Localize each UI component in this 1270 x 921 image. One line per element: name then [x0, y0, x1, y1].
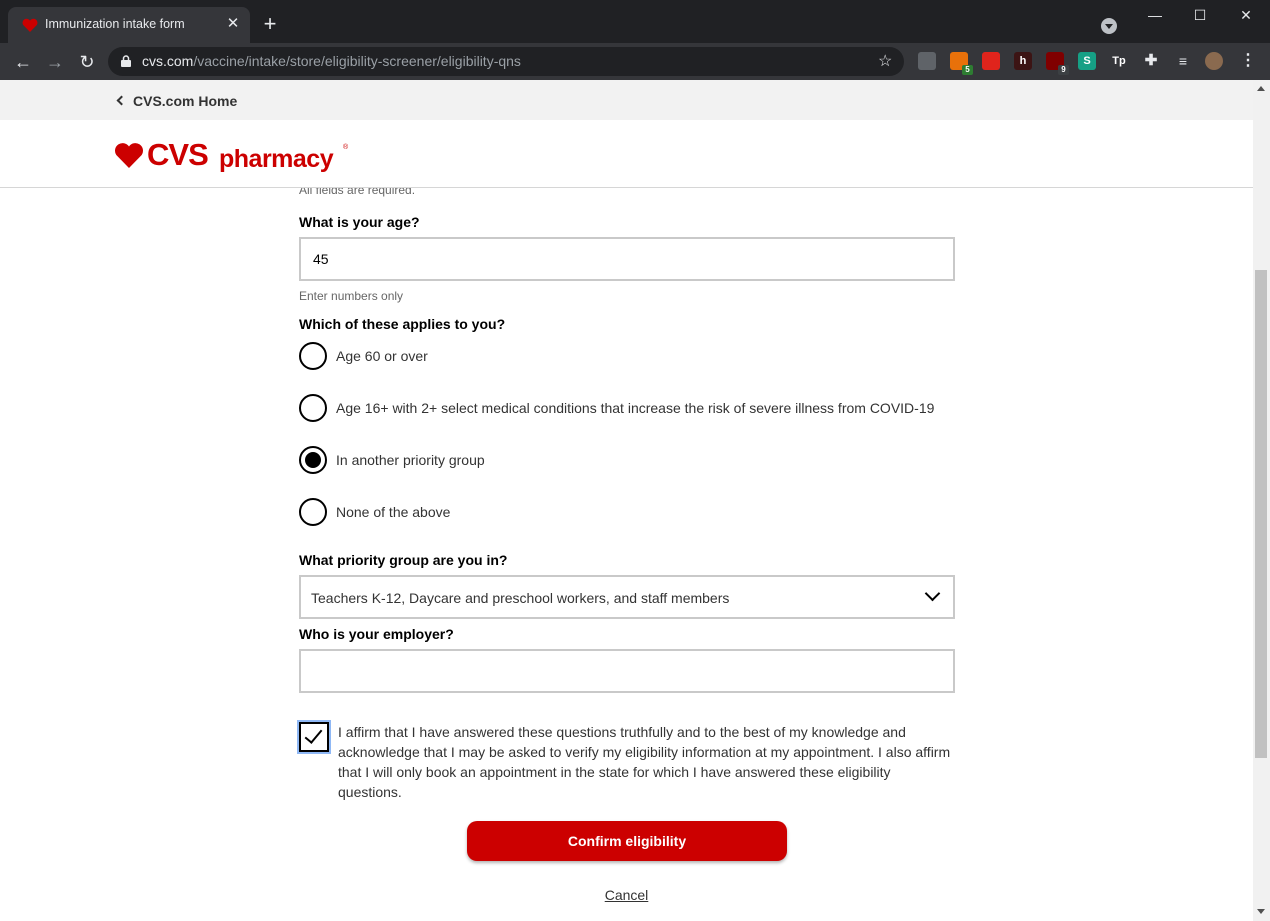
radio-button[interactable]	[299, 394, 327, 422]
ublock-origin-icon[interactable]: 9	[1046, 52, 1069, 75]
extension-icon-gray[interactable]	[918, 52, 936, 70]
priority-group-question-label: What priority group are you in?	[299, 552, 508, 568]
priority-group-selected-value: Teachers K-12, Daycare and preschool wor…	[311, 590, 730, 606]
back-to-cvs-home-link[interactable]: CVS.com Home	[116, 93, 237, 109]
chrome-menu-icon[interactable]: ⋮	[1239, 52, 1257, 70]
address-bar[interactable]: cvs.com/vaccine/intake/store/eligibility…	[108, 47, 904, 76]
priority-group-select[interactable]: Teachers K-12, Daycare and preschool wor…	[299, 575, 955, 619]
back-bar: CVS.com Home	[0, 80, 1253, 120]
scroll-down-arrow-icon[interactable]	[1257, 909, 1265, 914]
confirm-eligibility-button[interactable]: Confirm eligibility	[467, 821, 787, 861]
cancel-link[interactable]: Cancel	[0, 887, 1253, 903]
scroll-up-arrow-icon[interactable]	[1257, 86, 1265, 91]
media-playlist-icon[interactable]: ≡	[1174, 52, 1192, 70]
chevron-down-icon	[924, 585, 941, 602]
back-arrow-icon[interactable]: ←	[10, 49, 36, 75]
brand-header: CVS pharmacy ®	[0, 120, 1253, 188]
tab-search-icon[interactable]	[1101, 18, 1117, 34]
chevron-left-icon	[116, 95, 127, 106]
extension-icon-orange[interactable]: 5	[950, 52, 973, 75]
radio-button[interactable]	[299, 342, 327, 370]
age-input[interactable]	[299, 237, 955, 281]
lock-icon	[121, 55, 131, 67]
browser-toolbar: ← → ↻ cvs.com/vaccine/intake/store/eligi…	[0, 43, 1270, 80]
employer-input[interactable]	[299, 649, 955, 693]
extension-badge-count: 5	[962, 65, 973, 75]
page-viewport: CVS.com Home CVS pharmacy ® All fields a…	[0, 80, 1253, 921]
checkmark-icon	[304, 725, 323, 744]
page-scrollbar[interactable]	[1253, 80, 1270, 921]
reload-icon[interactable]: ↻	[74, 49, 100, 75]
age-input-hint: Enter numbers only	[299, 289, 404, 303]
extension-badge-count: 9	[1058, 65, 1069, 75]
forward-arrow-icon[interactable]: →	[42, 49, 68, 75]
extension-icon-s[interactable]: S	[1078, 52, 1096, 70]
bookmark-star-icon[interactable]: ☆	[878, 51, 892, 71]
tab-close-icon[interactable]: ✕	[224, 15, 242, 33]
extension-icon-red-shield[interactable]	[982, 52, 1000, 70]
applies-question-label: Which of these applies to you?	[299, 316, 506, 332]
tab-title: Immunization intake form	[45, 17, 185, 31]
radio-button-selected[interactable]	[299, 446, 327, 474]
age-question-label: What is your age?	[299, 214, 420, 230]
window-minimize-button[interactable]: —	[1132, 4, 1178, 28]
scrollbar-thumb[interactable]	[1255, 270, 1267, 758]
affirm-checkbox[interactable]	[299, 722, 329, 752]
extension-icon-h[interactable]: h	[1014, 52, 1032, 70]
window-maximize-button[interactable]: ☐	[1177, 4, 1223, 28]
affirm-statement: I affirm that I have answered these ques…	[338, 724, 951, 800]
url-text: cvs.com/vaccine/intake/store/eligibility…	[142, 53, 521, 69]
radio-button[interactable]	[299, 498, 327, 526]
cvs-heart-favicon-icon	[22, 18, 38, 32]
browser-tab-strip: Immunization intake form ✕ + — ☐ ✕	[0, 0, 1270, 43]
heart-logo-icon	[115, 143, 143, 168]
extensions-puzzle-icon[interactable]: ✚	[1142, 52, 1160, 70]
window-close-button[interactable]: ✕	[1223, 4, 1269, 28]
browser-tab-active[interactable]: Immunization intake form ✕	[8, 7, 250, 43]
profile-avatar[interactable]	[1205, 52, 1223, 70]
employer-question-label: Who is your employer?	[299, 626, 454, 642]
extension-icon-tp[interactable]: Tp	[1110, 52, 1128, 70]
new-tab-button[interactable]: +	[258, 12, 282, 36]
